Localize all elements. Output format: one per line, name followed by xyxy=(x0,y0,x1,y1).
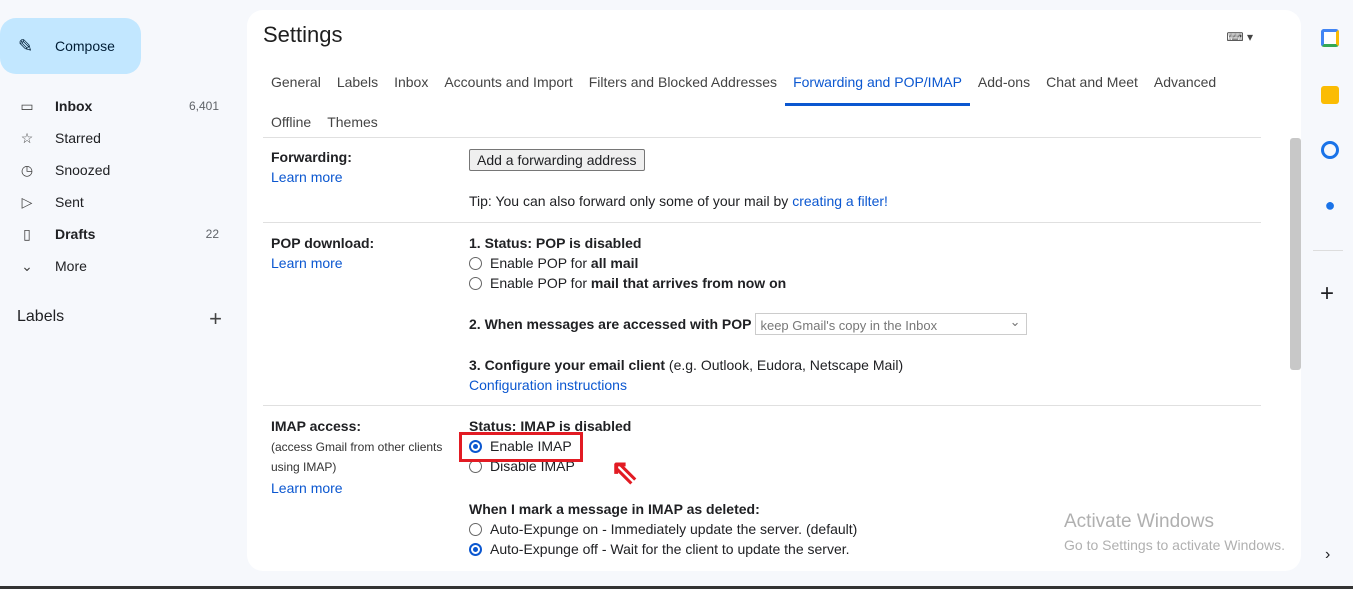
scrollbar[interactable] xyxy=(1290,138,1301,370)
text: all mail xyxy=(590,255,639,271)
create-filter-link[interactable]: creating a filter! xyxy=(792,193,888,209)
learn-more-link[interactable]: Learn more xyxy=(271,480,343,496)
star-icon: ☆ xyxy=(20,129,34,146)
labels-title: Labels xyxy=(17,308,65,325)
text: Auto-Expunge off - Wait for the client t… xyxy=(490,541,850,557)
tab-advanced[interactable]: Advanced xyxy=(1146,66,1224,106)
tab-themes[interactable]: Themes xyxy=(319,106,386,146)
pop-new-radio[interactable]: Enable POP for mail that arrives from no… xyxy=(469,273,1027,293)
radio-icon[interactable] xyxy=(469,542,482,556)
learn-more-link[interactable]: Learn more xyxy=(271,255,343,271)
tab-accounts[interactable]: Accounts and Import xyxy=(436,66,580,106)
keep-icon[interactable] xyxy=(1321,86,1339,104)
radio-icon[interactable] xyxy=(469,276,482,290)
text: Auto-Expunge on - Immediately update the… xyxy=(490,521,858,537)
sidebar-item-starred[interactable]: ☆ Starred xyxy=(0,122,232,154)
tab-forwarding[interactable]: Forwarding and POP/IMAP xyxy=(785,66,970,106)
tip-text: Tip: You can also forward only some of y… xyxy=(469,193,793,209)
tab-labels[interactable]: Labels xyxy=(329,66,386,106)
chevron-right-icon[interactable]: › xyxy=(1325,546,1330,564)
pencil-icon: ✎ xyxy=(18,35,34,56)
divider xyxy=(1313,250,1343,251)
add-addon-icon[interactable]: + xyxy=(1320,280,1334,308)
sidebar-item-more[interactable]: ⌄ More xyxy=(0,250,232,282)
pop-status: 1. Status: POP is disabled xyxy=(469,235,642,251)
contacts-icon[interactable]: ● xyxy=(1321,196,1339,214)
compose-label: Compose xyxy=(55,38,115,54)
sidebar-item-sent[interactable]: ▷ Sent xyxy=(0,186,232,218)
chevron-down-icon: ⌄ xyxy=(21,257,33,274)
label: Drafts xyxy=(55,226,96,242)
label: More xyxy=(55,258,87,274)
tab-offline[interactable]: Offline xyxy=(263,106,319,146)
keyboard-icon[interactable]: ⌨ ▾ xyxy=(1226,30,1253,44)
count: 22 xyxy=(205,227,219,241)
pop-all-radio[interactable]: Enable POP for all mail xyxy=(469,253,1027,273)
text: Enable POP for xyxy=(490,275,588,291)
count: 6,401 xyxy=(188,99,219,113)
add-forwarding-button[interactable]: Add a forwarding address xyxy=(469,149,645,171)
configure-hint: (e.g. Outlook, Eudora, Netscape Mail) xyxy=(665,357,904,373)
imap-sub: using IMAP) xyxy=(271,460,337,474)
activation-watermark: Activate Windows Go to Settings to activ… xyxy=(1064,511,1285,553)
inbox-icon: ▭ xyxy=(20,97,34,114)
tab-filters[interactable]: Filters and Blocked Addresses xyxy=(581,66,785,106)
label: Inbox xyxy=(55,98,93,114)
calendar-icon[interactable] xyxy=(1321,29,1339,47)
deleted-question: When I mark a message in IMAP as deleted… xyxy=(469,501,760,517)
learn-more-link[interactable]: Learn more xyxy=(271,169,343,185)
pop-label: POP download: xyxy=(271,235,375,251)
label: Snoozed xyxy=(55,162,111,178)
expunge-off-radio[interactable]: Auto-Expunge off - Wait for the client t… xyxy=(469,539,857,559)
imap-sub: (access Gmail from other clients xyxy=(271,440,443,454)
tab-chat[interactable]: Chat and Meet xyxy=(1038,66,1146,106)
divider xyxy=(263,222,1261,223)
label: Starred xyxy=(55,130,101,146)
pop-access-question: 2. When messages are accessed with POP xyxy=(469,316,752,332)
watermark-title: Activate Windows xyxy=(1064,511,1214,532)
highlight-box xyxy=(459,432,583,462)
tab-inbox[interactable]: Inbox xyxy=(386,66,436,106)
forwarding-label: Forwarding: xyxy=(271,149,352,165)
sidebar-nav: ▭ Inbox 6,401 ☆ Starred ◷ Snoozed ▷ Sent ▯ Dra… xyxy=(0,90,232,282)
settings-panel: Settings ⌨ ▾ General Labels Inbox Accoun… xyxy=(247,10,1301,571)
radio-icon[interactable] xyxy=(469,256,482,270)
divider xyxy=(263,405,1261,406)
sidebar-item-inbox[interactable]: ▭ Inbox 6,401 xyxy=(0,90,232,122)
tasks-icon[interactable] xyxy=(1321,141,1339,159)
add-label-icon[interactable]: + xyxy=(209,308,222,330)
configuration-link[interactable]: Configuration instructions xyxy=(469,375,1027,395)
radio-icon[interactable] xyxy=(469,522,482,536)
settings-tabs: General Labels Inbox Accounts and Import… xyxy=(263,66,1263,146)
clock-icon: ◷ xyxy=(20,161,34,178)
labels-header: Labels + xyxy=(17,308,222,330)
tab-general[interactable]: General xyxy=(263,66,329,106)
arrow-annotation-icon: ⇖ xyxy=(610,453,639,491)
sidebar-item-snoozed[interactable]: ◷ Snoozed xyxy=(0,154,232,186)
pop-action-select[interactable]: keep Gmail's copy in the Inbox xyxy=(755,312,1028,335)
label: Sent xyxy=(55,194,84,210)
sidebar-item-drafts[interactable]: ▯ Drafts 22 xyxy=(0,218,232,250)
send-icon: ▷ xyxy=(21,193,33,210)
imap-label: IMAP access: xyxy=(271,418,362,434)
draft-icon: ▯ xyxy=(23,225,31,242)
tab-addons[interactable]: Add-ons xyxy=(970,66,1038,106)
page-title: Settings xyxy=(263,22,343,47)
text: Enable POP for xyxy=(490,255,588,271)
divider xyxy=(263,137,1261,138)
text: mail that arrives from now on xyxy=(590,275,787,291)
configure-heading: 3. Configure your email client xyxy=(469,357,666,373)
expunge-on-radio[interactable]: Auto-Expunge on - Immediately update the… xyxy=(469,519,857,539)
watermark-sub: Go to Settings to activate Windows. xyxy=(1064,537,1285,553)
compose-button[interactable]: ✎ Compose xyxy=(0,18,141,74)
